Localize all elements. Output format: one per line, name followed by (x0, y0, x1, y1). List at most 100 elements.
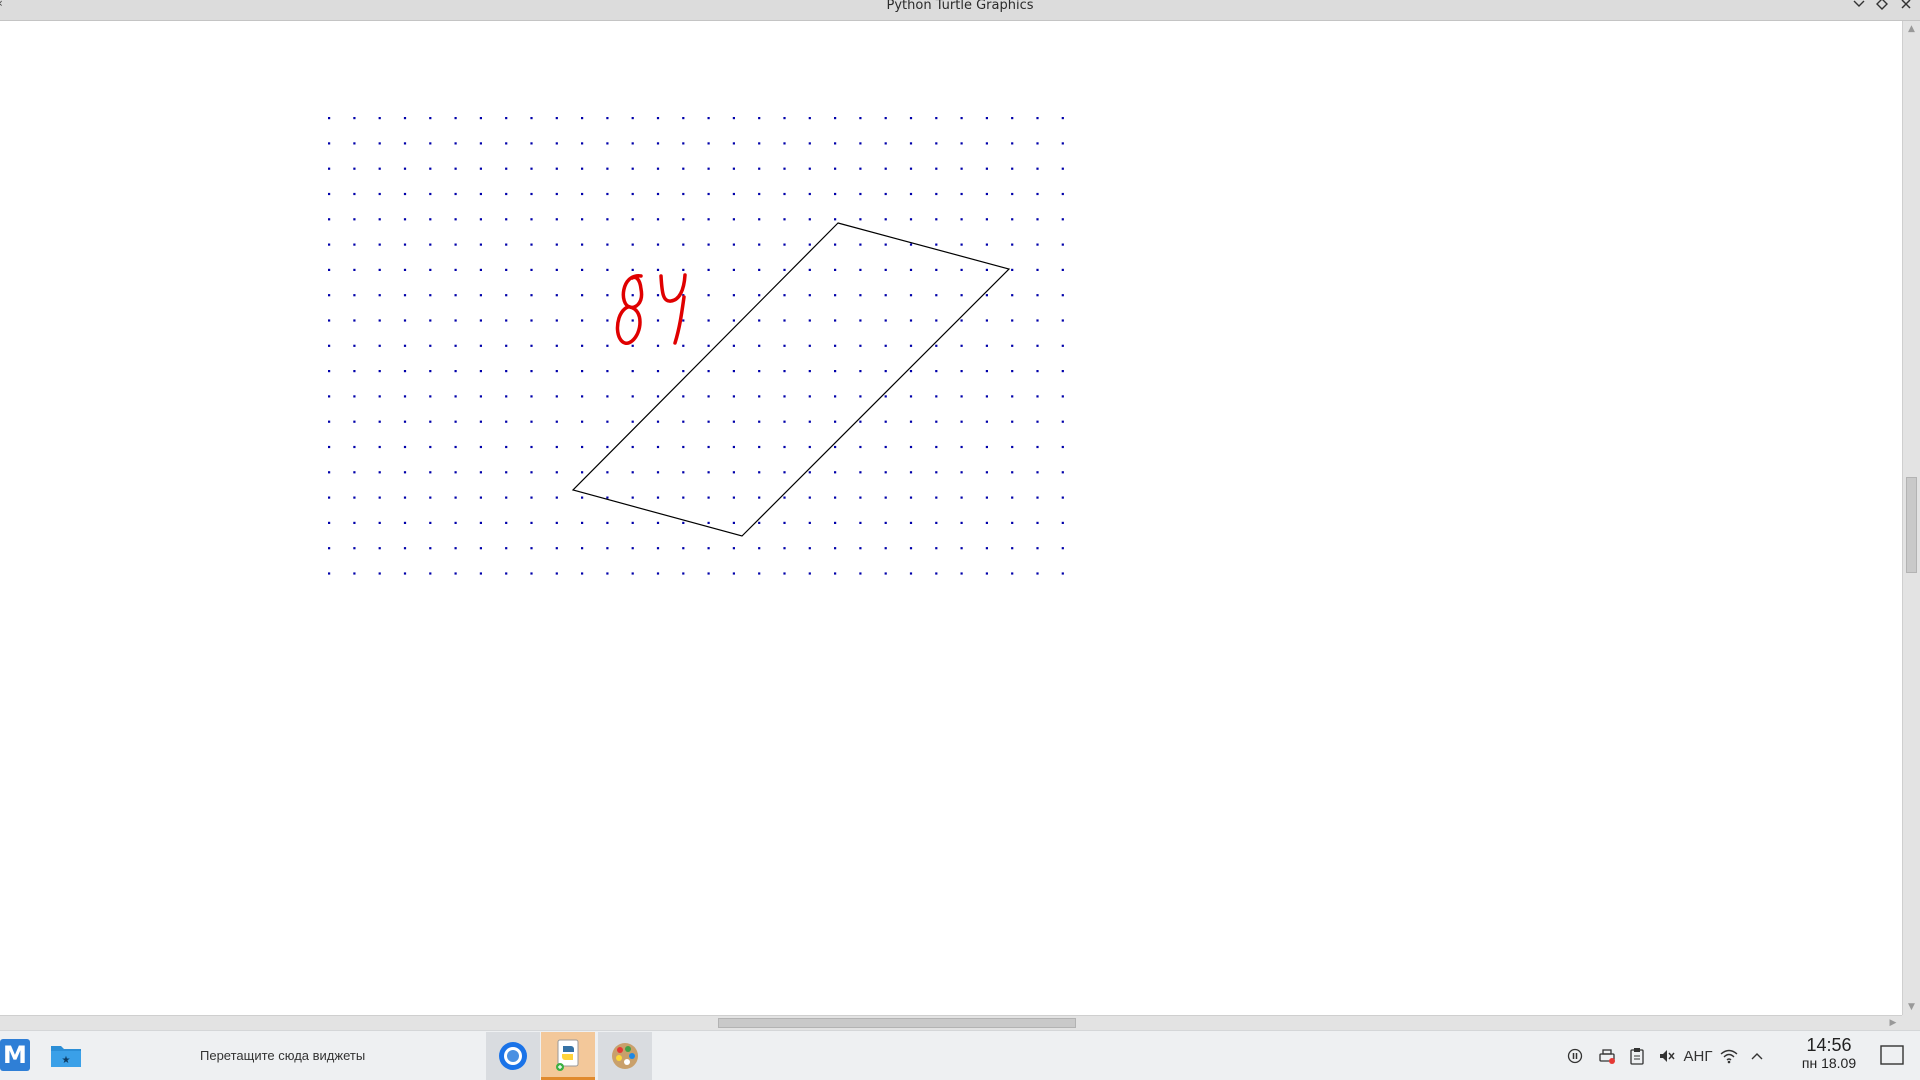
grid-dot (1061, 243, 1064, 246)
grid-dot (530, 547, 533, 550)
grid-dot (834, 192, 837, 196)
grid-dot (783, 243, 786, 246)
grid-dot (1036, 268, 1039, 271)
grid-dot (834, 117, 837, 120)
grid-dot (935, 319, 938, 322)
grid-dot (429, 445, 432, 449)
grid-dot (859, 521, 862, 524)
turtle-canvas[interactable] (0, 21, 1902, 1015)
grid-dot (530, 420, 533, 423)
grid-dot (656, 117, 660, 120)
minimize-button[interactable] (1850, 0, 1868, 12)
grid-dot (429, 496, 432, 499)
scroll-right-icon[interactable]: ▶ (1886, 1016, 1900, 1030)
grid-dot (884, 471, 887, 474)
grid-dot (758, 572, 761, 575)
taskbar-app-paint[interactable] (598, 1032, 652, 1080)
grid-dot (682, 395, 685, 398)
grid-dot (631, 445, 634, 449)
grid-dot (530, 344, 533, 347)
grid-dot (555, 496, 558, 499)
start-menu-button[interactable]: M (0, 1039, 30, 1071)
clock[interactable]: 14:56 пн 18.09 (1784, 1035, 1874, 1071)
scroll-down-icon[interactable]: ▼ (1903, 999, 1920, 1015)
grid-dot (707, 445, 710, 449)
grid-dot (859, 142, 862, 145)
grid-dot (935, 445, 938, 449)
grid-dot (884, 218, 887, 221)
grid-dot (834, 344, 837, 347)
grid-dot (884, 344, 887, 347)
horizontal-scroll-thumb[interactable] (718, 1018, 1076, 1028)
grid-dot (378, 370, 381, 373)
grid-dot (985, 243, 988, 246)
grid-dot (378, 471, 381, 474)
grid-dot (1061, 445, 1064, 449)
scroll-up-icon[interactable]: ▲ (1903, 21, 1920, 37)
grid-dot (581, 420, 584, 423)
grid-dot (935, 117, 938, 120)
grid-dot (631, 420, 634, 423)
clipboard-icon[interactable] (1627, 1045, 1647, 1067)
grid-dot (454, 572, 457, 575)
grid-dot (783, 445, 786, 449)
vertical-scroll-thumb[interactable] (1906, 477, 1917, 573)
grid-dot (353, 117, 356, 120)
file-manager-button[interactable]: ★ (48, 1040, 84, 1070)
grid-dot (732, 218, 735, 221)
grid-dot (1011, 344, 1014, 347)
grid-dot (1036, 117, 1039, 120)
grid-dot (985, 192, 988, 196)
grid-dot (479, 268, 482, 271)
grid-dot (555, 521, 558, 524)
grid-dot (783, 572, 786, 575)
keyboard-layout-indicator[interactable]: АНГ (1681, 1045, 1715, 1067)
show-desktop-button[interactable] (1878, 1043, 1906, 1067)
desktop-icon (1880, 1045, 1904, 1065)
grid-dot (985, 294, 988, 297)
clock-date: пн 18.09 (1801, 1055, 1857, 1071)
grid-dot (328, 471, 331, 474)
media-pause-icon[interactable] (1565, 1045, 1585, 1067)
taskbar-app-python[interactable] (541, 1032, 595, 1080)
grid-dot (454, 319, 457, 322)
chevron-up-icon[interactable] (1746, 1045, 1768, 1067)
close-button[interactable] (1897, 0, 1915, 12)
grid-dot (834, 294, 837, 297)
sound-muted-icon[interactable] (1656, 1045, 1678, 1067)
grid-dot (808, 344, 811, 347)
maximize-button[interactable] (1873, 0, 1891, 12)
taskbar-app-chromium[interactable] (486, 1032, 540, 1080)
grid-dot (505, 420, 508, 423)
grid-dot (656, 395, 660, 398)
grid-dot (656, 167, 660, 170)
grid-dot (505, 218, 508, 221)
wifi-icon[interactable] (1717, 1045, 1741, 1067)
grid-dot (403, 294, 407, 297)
grid-dot (1036, 344, 1039, 347)
grid-dot (707, 395, 710, 398)
grid-dot (960, 471, 963, 474)
grid-dot (656, 344, 660, 347)
vertical-scrollbar[interactable]: ▲ ▼ (1902, 21, 1920, 1015)
grid-dot (656, 445, 660, 449)
grid-dot (581, 344, 584, 347)
printer-icon[interactable] (1596, 1045, 1618, 1067)
grid-dot (353, 142, 356, 145)
grid-dot (808, 167, 811, 170)
grid-dot (1036, 243, 1039, 246)
grid-dot (353, 319, 356, 322)
grid-dot (454, 471, 457, 474)
grid-dot (682, 319, 685, 322)
grid-dot (328, 572, 331, 575)
horizontal-scrollbar[interactable]: ▶ (0, 1015, 1902, 1030)
grid-dot (909, 521, 913, 524)
grid-dot (1061, 572, 1064, 575)
grid-dot (732, 294, 735, 297)
grid-dot (682, 370, 685, 373)
grid-dot (353, 218, 356, 221)
grid-dot (808, 521, 811, 524)
grid-dot (555, 547, 558, 550)
grid-dot (707, 192, 710, 196)
grid-dot (1061, 319, 1064, 322)
